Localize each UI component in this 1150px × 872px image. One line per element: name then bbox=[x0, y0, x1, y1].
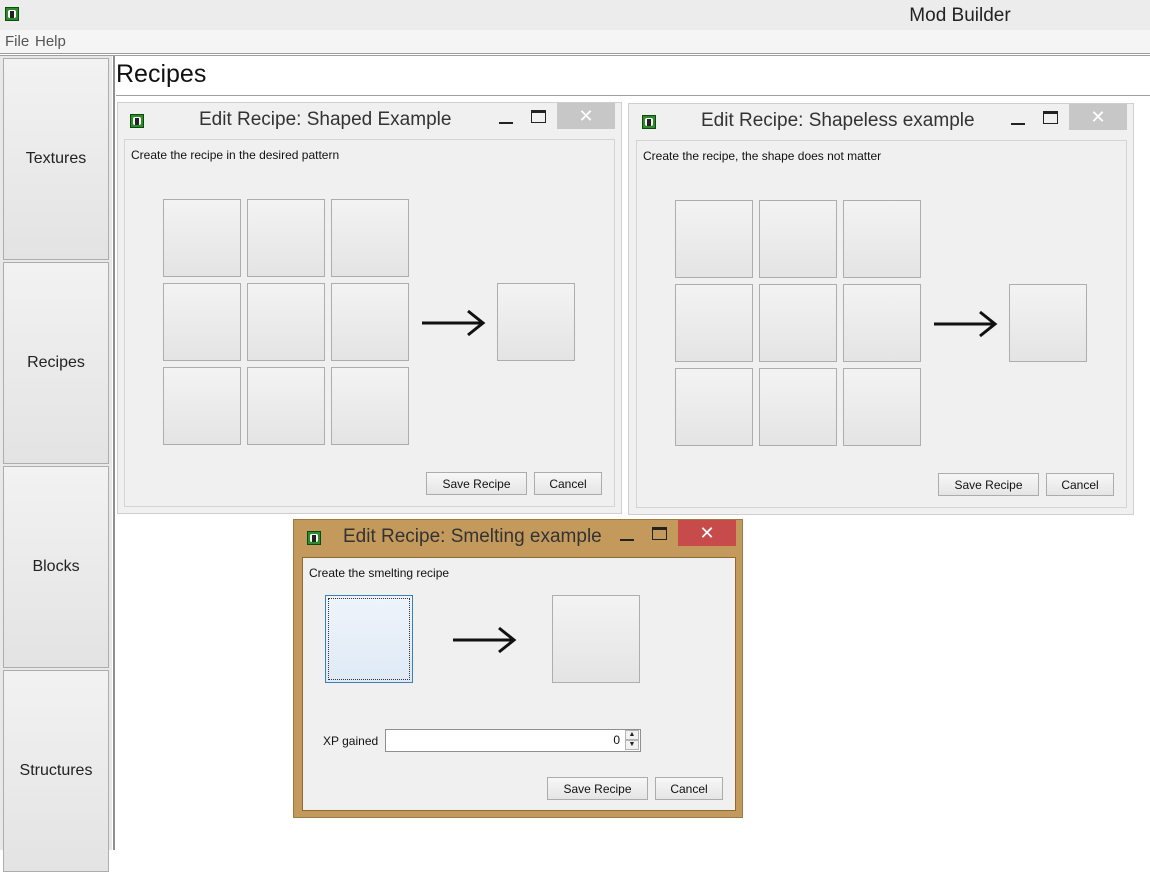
main-titlebar: Mod Builder bbox=[0, 0, 1150, 30]
maximize-icon[interactable] bbox=[531, 110, 546, 123]
spinner-up-icon[interactable]: ▲ bbox=[625, 730, 639, 740]
sidebar-item-structures[interactable]: Structures bbox=[3, 670, 109, 872]
window-title: Edit Recipe: Shapeless example bbox=[701, 110, 975, 131]
window-title: Edit Recipe: Smelting example bbox=[343, 526, 602, 547]
ingredient-slot-5[interactable] bbox=[247, 283, 325, 361]
window-title: Edit Recipe: Shaped Example bbox=[199, 109, 452, 130]
sidebar-item-label: Textures bbox=[25, 150, 87, 167]
ingredient-slot-7[interactable] bbox=[163, 367, 241, 445]
window-body: Create the recipe, the shape does not ma… bbox=[636, 140, 1127, 508]
ingredient-slot-7[interactable] bbox=[675, 368, 753, 446]
app-title: Mod Builder bbox=[909, 5, 1011, 26]
recipe-description: Create the recipe in the desired pattern bbox=[131, 148, 340, 162]
page-title-divider bbox=[116, 95, 1150, 96]
ingredient-slot-5[interactable] bbox=[759, 284, 837, 362]
ingredient-slot-9[interactable] bbox=[331, 367, 409, 445]
minimize-icon[interactable] bbox=[620, 539, 634, 541]
ingredient-slot-3[interactable] bbox=[843, 200, 921, 278]
xp-gained-value: 0 bbox=[613, 733, 620, 747]
sidebar-item-blocks[interactable]: Blocks bbox=[3, 466, 109, 668]
input-slot[interactable] bbox=[325, 595, 413, 683]
close-button[interactable]: ✕ bbox=[678, 520, 736, 546]
ingredient-slot-2[interactable] bbox=[247, 199, 325, 277]
window-body: Create the smelting recipe XP gained 0 ▲… bbox=[302, 557, 736, 811]
app-logo-icon bbox=[5, 7, 19, 21]
ingredient-slot-1[interactable] bbox=[675, 200, 753, 278]
maximize-icon[interactable] bbox=[1043, 111, 1058, 124]
ingredient-slot-4[interactable] bbox=[163, 283, 241, 361]
ingredient-slot-6[interactable] bbox=[331, 283, 409, 361]
arrow-right-icon bbox=[453, 626, 517, 654]
ingredient-slot-8[interactable] bbox=[759, 368, 837, 446]
recipe-description: Create the recipe, the shape does not ma… bbox=[643, 149, 882, 163]
output-slot[interactable] bbox=[552, 595, 640, 683]
ingredient-slot-1[interactable] bbox=[163, 199, 241, 277]
xp-gained-label: XP gained bbox=[323, 734, 379, 748]
page-title: Recipes bbox=[116, 60, 207, 88]
save-recipe-button[interactable]: Save Recipe bbox=[938, 473, 1039, 496]
shaped-recipe-window[interactable]: Edit Recipe: Shaped Example ✕ Create the… bbox=[117, 102, 622, 514]
ingredient-slot-2[interactable] bbox=[759, 200, 837, 278]
smelting-recipe-window[interactable]: Edit Recipe: Smelting example ✕ Create t… bbox=[293, 519, 743, 818]
sidebar-item-label: Blocks bbox=[32, 558, 80, 575]
arrow-right-icon bbox=[422, 309, 486, 337]
save-recipe-button[interactable]: Save Recipe bbox=[547, 777, 648, 800]
window-logo-icon bbox=[130, 114, 144, 128]
maximize-icon[interactable] bbox=[652, 527, 667, 540]
ingredient-slot-3[interactable] bbox=[331, 199, 409, 277]
menu-file[interactable]: File bbox=[5, 33, 29, 50]
minimize-icon[interactable] bbox=[499, 122, 513, 124]
ingredient-slot-8[interactable] bbox=[247, 367, 325, 445]
result-slot[interactable] bbox=[1009, 284, 1087, 362]
result-slot[interactable] bbox=[497, 283, 575, 361]
ingredient-slot-4[interactable] bbox=[675, 284, 753, 362]
ingredient-slot-9[interactable] bbox=[843, 368, 921, 446]
cancel-button[interactable]: Cancel bbox=[534, 472, 602, 495]
menu-help[interactable]: Help bbox=[35, 33, 66, 50]
cancel-button[interactable]: Cancel bbox=[1046, 473, 1114, 496]
xp-gained-spinner[interactable]: 0 ▲ ▼ bbox=[385, 729, 641, 752]
menubar-divider bbox=[0, 55, 1150, 56]
sidebar: Textures Recipes Blocks Structures bbox=[0, 56, 112, 872]
sidebar-item-recipes[interactable]: Recipes bbox=[3, 262, 109, 464]
ingredient-slot-6[interactable] bbox=[843, 284, 921, 362]
window-logo-icon bbox=[307, 531, 321, 545]
minimize-icon[interactable] bbox=[1011, 123, 1025, 125]
sidebar-divider bbox=[113, 56, 115, 850]
spinner-down-icon[interactable]: ▼ bbox=[625, 740, 639, 750]
cancel-button[interactable]: Cancel bbox=[655, 777, 723, 800]
window-body: Create the recipe in the desired pattern… bbox=[124, 139, 615, 507]
arrow-right-icon bbox=[934, 310, 998, 338]
close-button[interactable]: ✕ bbox=[1069, 104, 1127, 130]
sidebar-item-label: Structures bbox=[19, 762, 93, 779]
save-recipe-button[interactable]: Save Recipe bbox=[426, 472, 527, 495]
sidebar-item-label: Recipes bbox=[27, 354, 85, 371]
close-button[interactable]: ✕ bbox=[557, 103, 615, 129]
window-logo-icon bbox=[642, 115, 656, 129]
sidebar-item-textures[interactable]: Textures bbox=[3, 58, 109, 260]
shapeless-recipe-window[interactable]: Edit Recipe: Shapeless example ✕ Create … bbox=[628, 103, 1134, 515]
menubar: File Help bbox=[0, 30, 1150, 54]
recipe-description: Create the smelting recipe bbox=[309, 566, 450, 580]
